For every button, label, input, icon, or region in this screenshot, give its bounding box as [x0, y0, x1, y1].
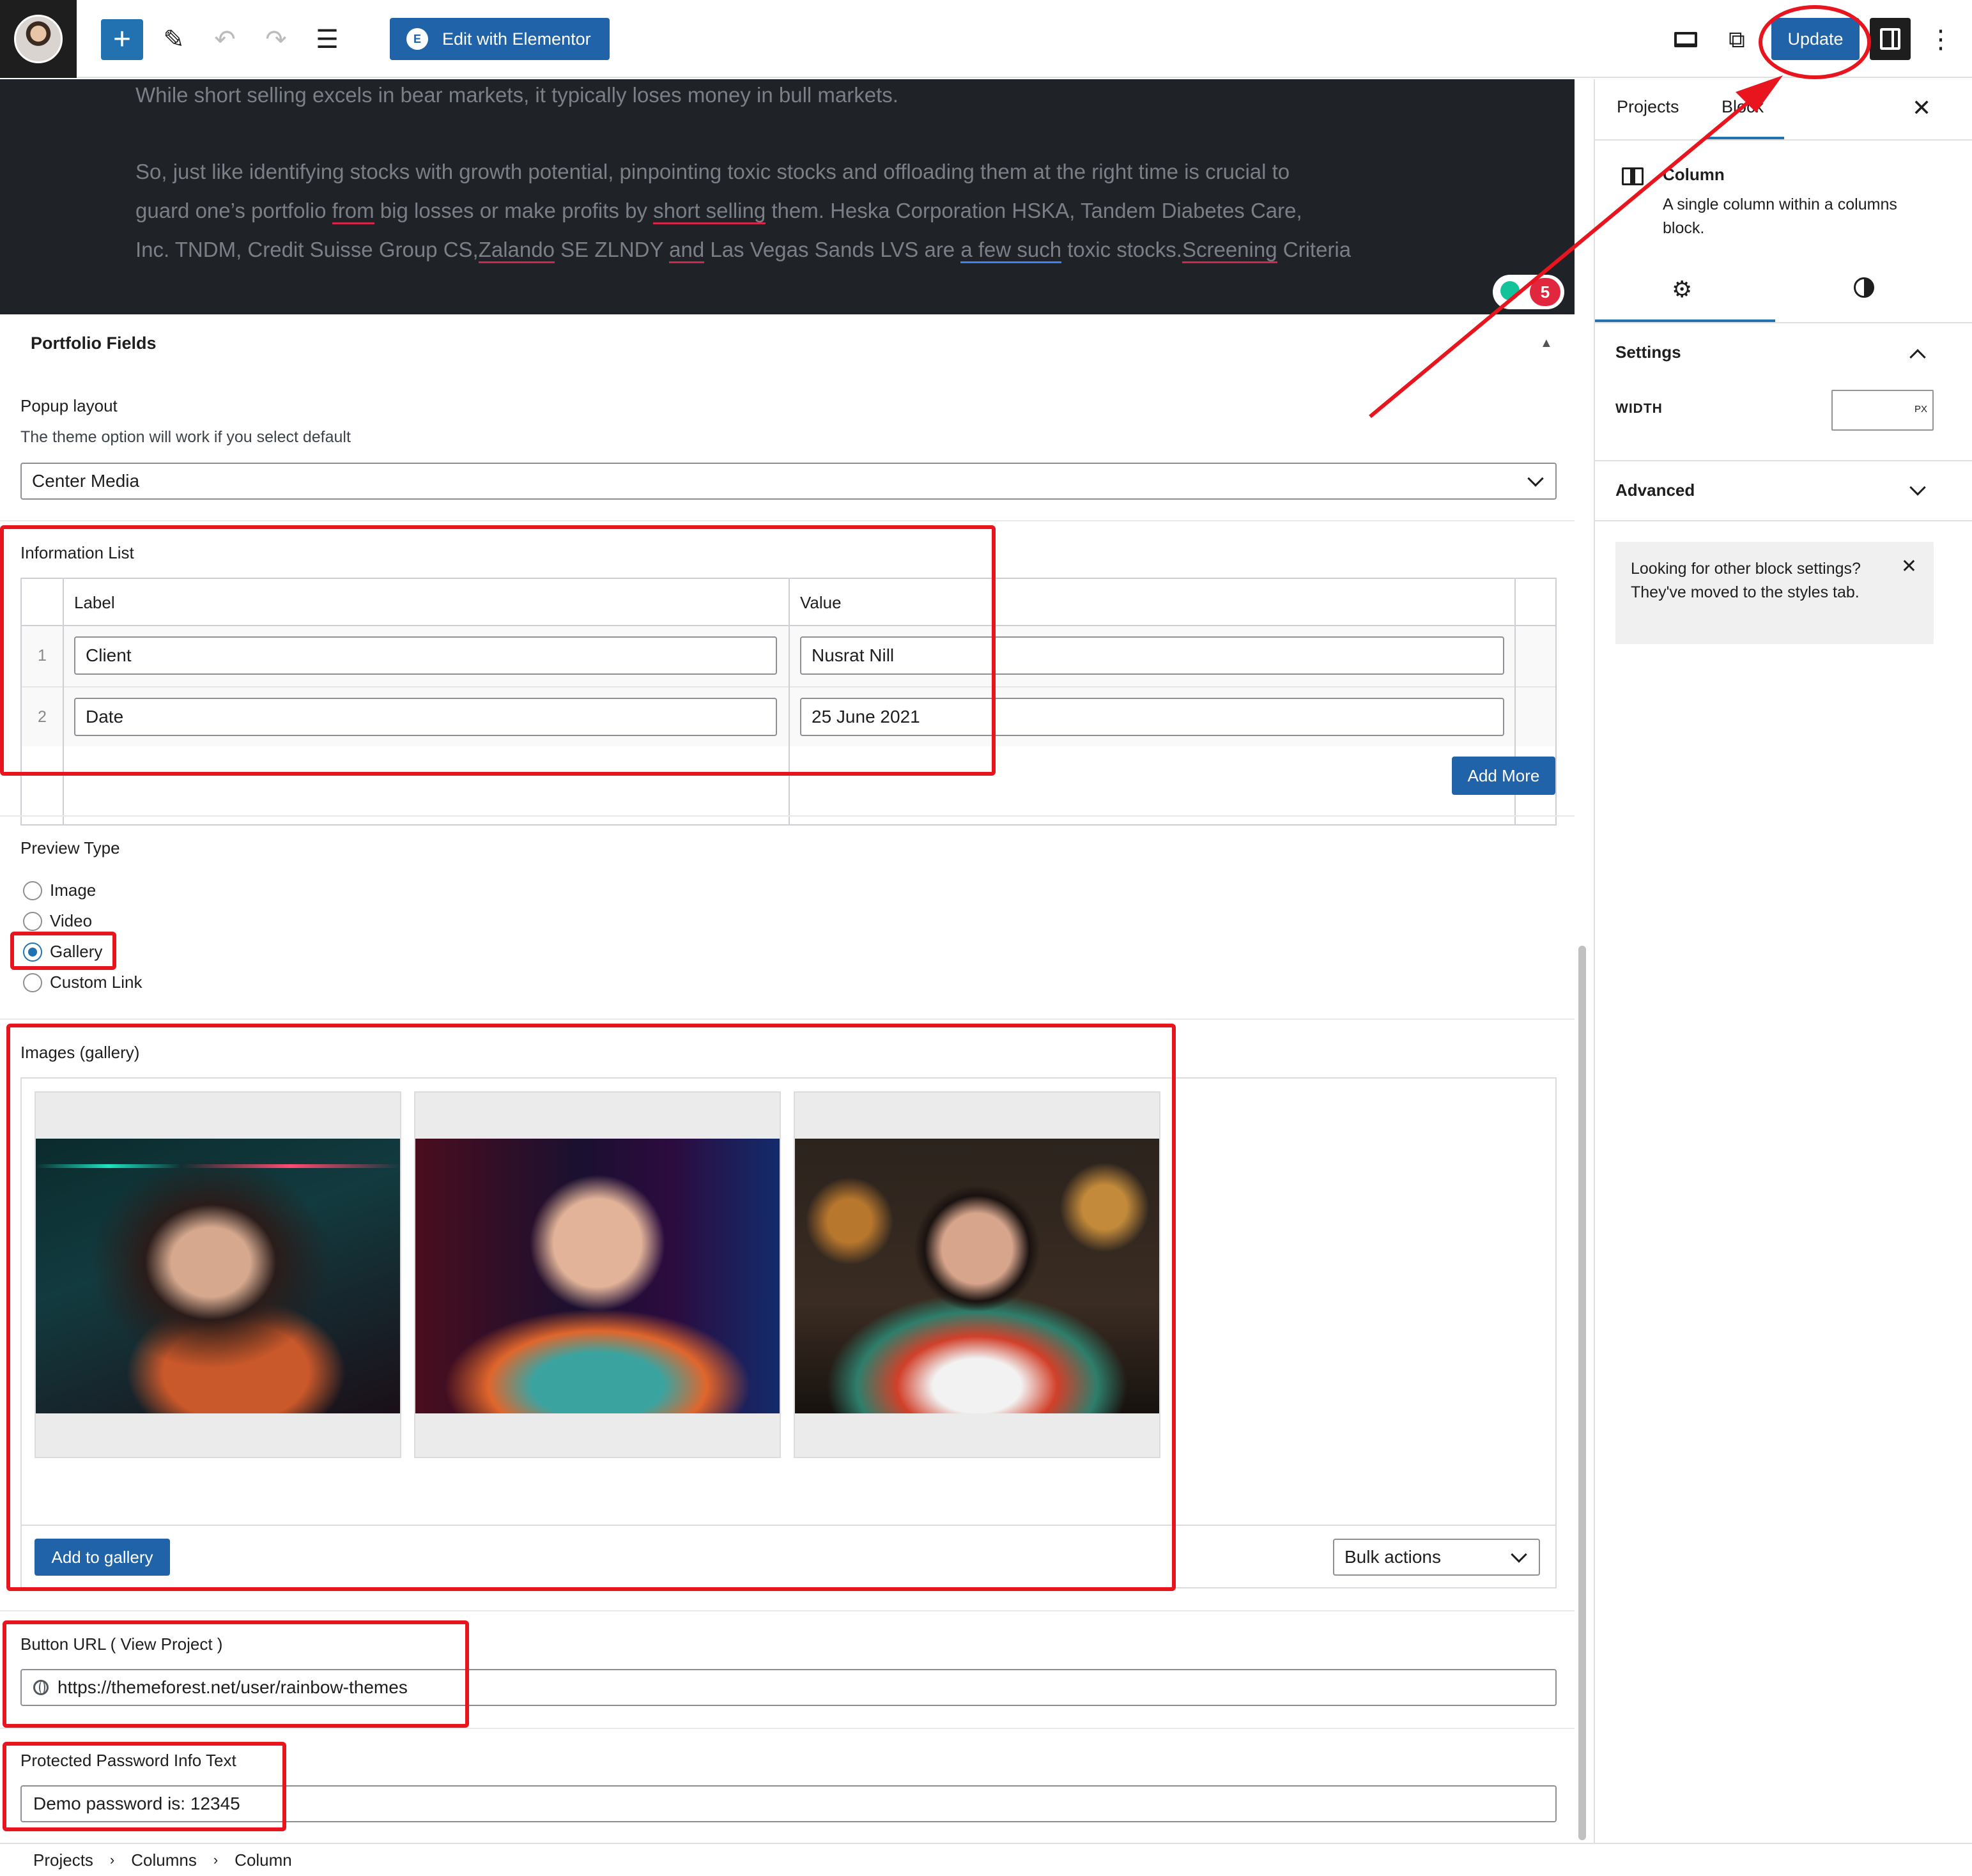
chevron-up-icon[interactable] — [1909, 349, 1926, 365]
radio-video[interactable]: Video — [23, 911, 92, 931]
spelling-underline[interactable]: Screening — [1182, 238, 1277, 263]
popup-layout-label: Popup layout — [20, 396, 118, 415]
divider — [0, 1019, 1575, 1020]
popup-layout-description: The theme option will work if you select… — [20, 428, 351, 446]
elementor-icon: E — [406, 28, 428, 50]
tab-block[interactable]: Block — [1722, 97, 1764, 117]
block-description: A single column within a columns block. — [1663, 196, 1897, 237]
divider — [1595, 460, 1972, 461]
divider — [0, 815, 1575, 817]
advanced-panel-title[interactable]: Advanced — [1615, 481, 1695, 500]
preview-type-label: Preview Type — [20, 838, 120, 857]
grammarly-badge[interactable]: 5 — [1493, 275, 1564, 309]
styles-contrast-icon[interactable] — [1854, 277, 1874, 298]
annotation-highlight — [6, 1024, 1176, 1591]
bulk-actions-select[interactable]: Bulk actions — [1333, 1539, 1540, 1576]
redo-button[interactable]: ↷ — [256, 19, 297, 60]
options-menu-button[interactable]: ⋮ — [1925, 19, 1957, 60]
close-icon[interactable]: ✕ — [1901, 555, 1917, 578]
pencil-icon: ✎ — [163, 26, 185, 54]
chevron-down-icon[interactable] — [1909, 479, 1926, 496]
add-more-button[interactable]: Add More — [1452, 757, 1555, 795]
avatar — [14, 15, 63, 63]
settings-sidebar: Projects Block ✕ Column A single column … — [1594, 79, 1972, 1843]
spelling-underline[interactable]: Zalando — [478, 238, 555, 263]
divider — [0, 520, 1575, 521]
canvas-scrollbar[interactable] — [1578, 946, 1586, 1840]
spelling-underline[interactable]: from — [332, 199, 374, 224]
chevron-down-icon — [1527, 470, 1544, 487]
list-view-icon: ☰ — [316, 26, 339, 54]
sidebar-toggle-icon — [1880, 28, 1900, 50]
radio-icon — [23, 880, 42, 900]
breadcrumb-item-column[interactable]: Column — [235, 1850, 292, 1870]
article-paragraph: So, just like identifying stocks with gr… — [135, 152, 1414, 269]
radio-icon — [23, 973, 42, 992]
spelling-underline[interactable]: and — [669, 238, 705, 263]
width-label: WIDTH — [1615, 401, 1663, 416]
breadcrumb-item-projects[interactable]: Projects — [33, 1850, 93, 1870]
collapse-caret-icon[interactable]: ▲ — [1540, 336, 1553, 351]
external-link-icon: ⧉ — [1729, 26, 1745, 52]
plus-icon: + — [112, 22, 132, 56]
annotation-highlight — [3, 1742, 286, 1831]
list-view-button[interactable]: ☰ — [307, 19, 348, 60]
breadcrumb-item-columns[interactable]: Columns — [131, 1850, 197, 1870]
chevron-right-icon: › — [213, 1852, 219, 1868]
radio-icon — [23, 911, 42, 931]
preview-button[interactable] — [1665, 19, 1706, 60]
annotation-highlight — [0, 525, 996, 776]
radio-image[interactable]: Image — [23, 880, 96, 900]
edit-with-elementor-label: Edit with Elementor — [442, 29, 591, 49]
popup-layout-select[interactable]: Center Media — [20, 463, 1557, 500]
styles-moved-notice: Looking for other block settings? They'v… — [1615, 542, 1934, 644]
divider — [0, 1728, 1575, 1729]
editor-toolbar: + ✎ ↶ ↷ ☰ E Edit with Elementor ⧉ Update… — [0, 0, 1972, 78]
annotation-ellipse — [1759, 5, 1871, 79]
article-content-block[interactable]: While short selling excels in bear marke… — [0, 79, 1575, 314]
block-inserter-button[interactable]: + — [101, 19, 143, 60]
column-block-icon — [1622, 167, 1644, 185]
divider — [1595, 139, 1972, 141]
undo-button[interactable]: ↶ — [204, 19, 245, 60]
radio-custom-link[interactable]: Custom Link — [23, 973, 143, 992]
divider — [0, 1610, 1575, 1611]
divider — [1595, 520, 1972, 521]
block-title: Column — [1663, 165, 1725, 184]
annotation-highlight — [3, 1620, 469, 1728]
annotation-highlight — [10, 932, 116, 970]
spelling-underline[interactable]: short selling — [653, 199, 766, 224]
divider — [1595, 322, 1972, 323]
view-post-button[interactable]: ⧉ — [1716, 19, 1757, 60]
more-vertical-icon: ⋮ — [1928, 26, 1953, 54]
tab-projects[interactable]: Projects — [1617, 97, 1679, 117]
portfolio-fields-title: Portfolio Fields — [31, 334, 157, 353]
grammarly-icon — [1500, 281, 1520, 300]
grammar-underline[interactable]: a few such — [960, 238, 1062, 263]
tools-button[interactable]: ✎ — [153, 19, 194, 60]
unit-label: PX — [1914, 404, 1927, 415]
desktop-preview-icon — [1674, 32, 1697, 47]
article-line: While short selling excels in bear marke… — [135, 83, 898, 107]
site-logo-button[interactable] — [0, 0, 77, 78]
undo-icon: ↶ — [214, 26, 236, 54]
block-breadcrumb: Projects › Columns › Column — [0, 1843, 1972, 1876]
chevron-down-icon — [1511, 1546, 1527, 1563]
edit-with-elementor-button[interactable]: E Edit with Elementor — [390, 18, 610, 60]
chevron-right-icon: › — [109, 1852, 115, 1868]
settings-panel-toggle[interactable] — [1870, 18, 1911, 60]
close-icon[interactable]: ✕ — [1912, 95, 1931, 121]
settings-panel-title[interactable]: Settings — [1615, 342, 1681, 362]
width-input[interactable]: PX — [1831, 390, 1934, 431]
grammar-issue-count: 5 — [1530, 278, 1560, 306]
settings-gear-icon[interactable]: ⚙ — [1672, 276, 1692, 303]
redo-icon: ↷ — [265, 26, 287, 54]
